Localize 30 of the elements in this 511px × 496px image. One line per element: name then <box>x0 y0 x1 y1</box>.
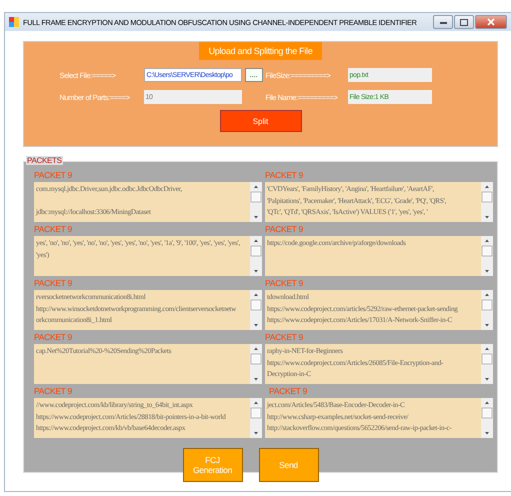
scrollbar[interactable] <box>481 182 493 222</box>
scrollbar[interactable] <box>481 290 493 330</box>
packet-label: PACKET 9 <box>268 385 308 398</box>
close-icon <box>487 18 495 26</box>
group-title: PACKETS <box>26 156 63 165</box>
packet-label: PACKET 9 <box>34 223 73 236</box>
scrollbar[interactable] <box>250 236 262 276</box>
scrollbar[interactable] <box>481 344 493 384</box>
maximize-button[interactable] <box>454 15 474 29</box>
close-button[interactable] <box>475 15 507 29</box>
minimize-icon <box>440 20 446 24</box>
scrollbar[interactable] <box>481 236 493 276</box>
packet-label: PACKET 9 <box>34 385 73 398</box>
packet-label: PACKET 9 <box>34 277 73 290</box>
section-heading: Upload and Splitting the File <box>198 42 322 60</box>
minimize-button[interactable] <box>433 15 453 29</box>
scrollbar[interactable] <box>250 344 262 384</box>
packet-label: PACKET 9 <box>34 169 73 182</box>
maximize-icon <box>460 18 468 26</box>
scrollbar[interactable] <box>250 290 262 330</box>
scrollbar[interactable] <box>481 398 493 438</box>
scrollbar[interactable] <box>250 398 262 438</box>
packet-label: PACKET 9 <box>265 331 304 344</box>
packet-label: PACKET 9 <box>34 331 73 344</box>
packet-label: PACKET 9 <box>265 277 304 290</box>
split-button[interactable]: Split <box>220 110 302 132</box>
app-icon <box>9 17 19 27</box>
scrollbar[interactable] <box>250 182 262 222</box>
packet-label: PACKET 9 <box>265 169 304 182</box>
packet-label: PACKET 9 <box>265 223 304 236</box>
